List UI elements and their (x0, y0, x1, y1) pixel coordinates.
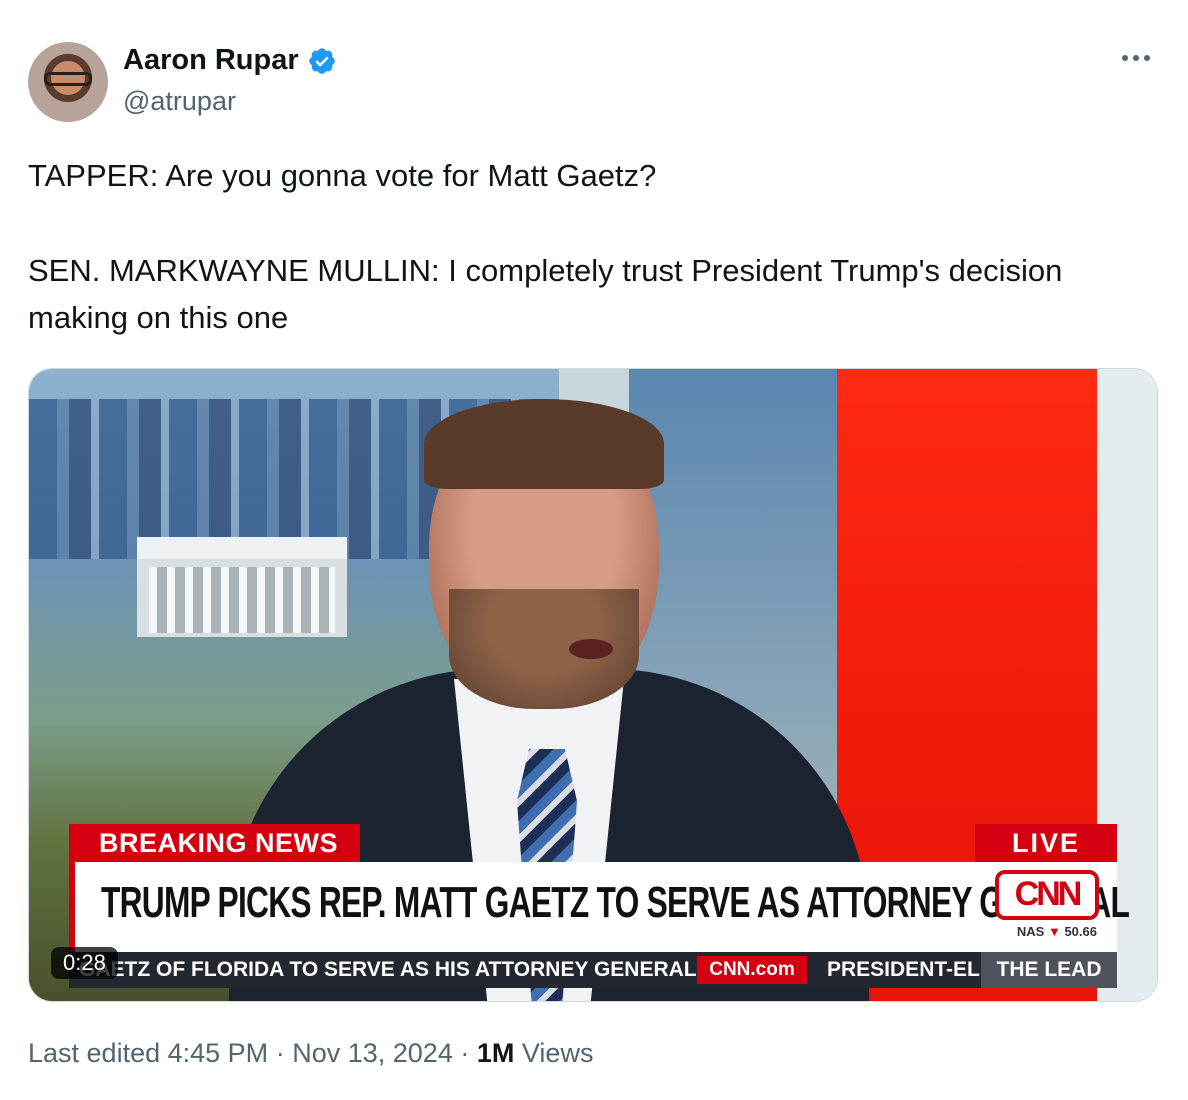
author-name-row: Aaron Rupar (123, 44, 337, 77)
tweet-text-line-1: TAPPER: Are you gonna vote for Matt Gaet… (28, 158, 657, 193)
more-options-icon[interactable] (1122, 48, 1158, 68)
verified-badge-icon[interactable] (307, 46, 337, 76)
breaking-news-tag: BREAKING NEWS (69, 824, 361, 862)
tweet-time[interactable]: 4:45 PM (168, 1038, 269, 1068)
lincoln-memorial-backdrop (137, 537, 347, 637)
edited-label[interactable]: Last edited (28, 1038, 160, 1068)
tweet-text: TAPPER: Are you gonna vote for Matt Gaet… (28, 152, 1148, 341)
stock-down-arrow-icon: ▼ (1047, 924, 1061, 939)
meta-separator-2: · (460, 1038, 470, 1068)
cnn-logo: CNN (995, 870, 1099, 920)
views-count: 1M (476, 1038, 515, 1068)
tweet-meta: Last edited 4:45 PM · Nov 13, 2024 · 1M … (28, 1038, 593, 1069)
tweet-text-line-2: SEN. MARKWAYNE MULLIN: I completely trus… (28, 253, 1063, 335)
avatar[interactable] (28, 42, 108, 122)
video-duration: 0:28 (51, 947, 118, 979)
avatar-glasses (44, 72, 92, 86)
stock-label: NAS (1016, 924, 1045, 939)
ticker-text: GAETZ OF FLORIDA TO SERVE AS HIS ATTORNE… (79, 958, 703, 981)
show-name: THE LEAD (981, 952, 1117, 988)
author-display-name[interactable]: Aaron Rupar (123, 44, 299, 77)
author-handle[interactable]: @atrupar (123, 86, 236, 117)
ticker-site: CNN.com (697, 956, 807, 984)
ticker-text-2: PRESIDENT-EL (827, 958, 980, 981)
chyron-headline: TRUMP PICKS REP. MATT GAETZ TO SERVE AS … (101, 878, 1130, 927)
views-label: Views (521, 1038, 594, 1068)
video-player[interactable]: BREAKING NEWS LIVE TRUMP PICKS REP. MATT… (28, 368, 1158, 1002)
headline-bar: TRUMP PICKS REP. MATT GAETZ TO SERVE AS … (69, 862, 1130, 952)
news-ticker: GAETZ OF FLORIDA TO SERVE AS HIS ATTORNE… (69, 952, 1117, 988)
stock-ticker: NAS ▼ 50.66 (1017, 924, 1097, 939)
meta-separator: · (275, 1038, 285, 1068)
stock-value: 50.66 (1064, 924, 1097, 939)
live-tag: LIVE (975, 824, 1117, 862)
tweet-date[interactable]: Nov 13, 2024 (292, 1038, 453, 1068)
